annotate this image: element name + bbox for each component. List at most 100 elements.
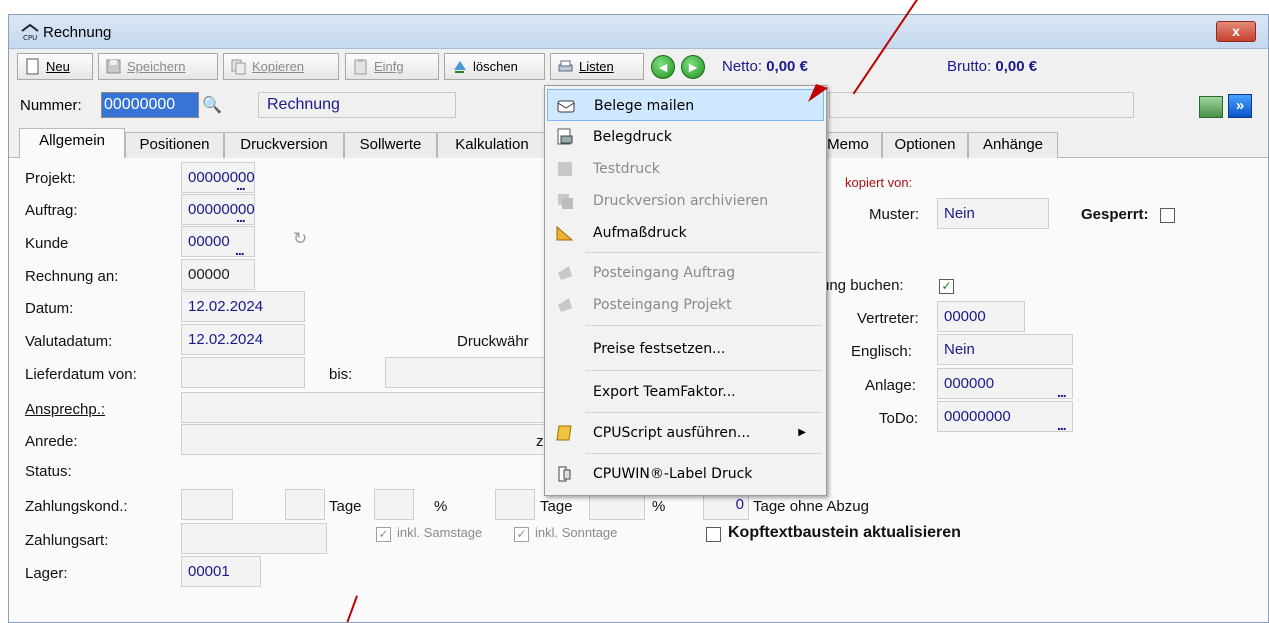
lists-label: Listen	[579, 59, 614, 74]
new-button[interactable]: Neu	[17, 53, 93, 80]
window-title: Rechnung	[43, 24, 112, 41]
menu-item-posteingang-auftrag[interactable]: Posteingang Auftrag	[547, 257, 824, 289]
rechnung-an-field[interactable]: 00000	[181, 259, 255, 290]
lists-button[interactable]: Listen	[550, 53, 644, 80]
muster-field[interactable]: Nein	[937, 198, 1049, 229]
datum-field[interactable]: 12.02.2024	[181, 291, 305, 322]
menu-item-posteingang-projekt[interactable]: Posteingang Projekt	[547, 289, 824, 321]
printer-icon	[558, 60, 573, 72]
script-icon	[556, 425, 572, 441]
projekt-lookup-button[interactable]: ...	[236, 177, 246, 193]
prev-record-button[interactable]: ◄	[651, 55, 675, 79]
menu-item-preise-festsetzen[interactable]: Preise festsetzen...	[547, 333, 824, 365]
netto-label: Netto:	[722, 58, 763, 75]
next-record-button[interactable]: ►	[681, 55, 705, 79]
netto-display: Netto: 0,00 €	[722, 58, 808, 75]
zahlungskond-field[interactable]	[181, 489, 233, 520]
lists-dropdown-menu: Belege mailen Belegdruck Testdruck Druck…	[544, 85, 827, 496]
ansprechpartner-field[interactable]	[181, 392, 545, 423]
englisch-field[interactable]: Nein	[937, 334, 1073, 365]
menu-item-cpuscript-ausfuehren[interactable]: CPUScript ausführen... ▶	[547, 417, 824, 449]
todo-label: ToDo:	[879, 410, 919, 427]
menu-item-label: Druckversion archivieren	[593, 193, 769, 209]
auftrag-lookup-button[interactable]: ...	[236, 209, 246, 225]
kopftext-label[interactable]: Kopftextbaustein aktualisieren	[728, 524, 961, 542]
valutadatum-field[interactable]: 12.02.2024	[181, 324, 305, 355]
test-print-icon	[558, 162, 572, 176]
kunde-lookup-button[interactable]: ...	[235, 242, 245, 258]
zahlungsart-field[interactable]	[181, 523, 327, 554]
menu-item-druckversion-archivieren[interactable]: Druckversion archivieren	[547, 185, 824, 217]
nummer-label: Nummer:	[20, 97, 82, 114]
tab-kalkulation[interactable]: Kalkulation	[437, 132, 547, 158]
menu-item-label: Testdruck	[593, 161, 660, 177]
projekt-label: Projekt:	[25, 170, 76, 187]
englisch-label: Englisch:	[851, 343, 912, 360]
tab-anhaenge[interactable]: Anhänge	[968, 132, 1058, 158]
svg-text:CPU: CPU	[23, 34, 37, 41]
toolbar: Neu Speichern Kopieren Einfg löschen Lis…	[9, 50, 1268, 84]
menu-item-testdruck[interactable]: Testdruck	[547, 153, 824, 185]
menu-item-label: Export TeamFaktor...	[593, 384, 736, 400]
tage2-field[interactable]	[495, 489, 535, 520]
save-disk-icon	[106, 59, 121, 74]
copy-button[interactable]: Kopieren	[223, 53, 339, 80]
forward-button[interactable]: »	[1228, 94, 1252, 118]
lieferdatum-bis-field[interactable]	[385, 357, 545, 388]
samstage-checkbox[interactable]: ✓	[376, 527, 391, 542]
todo-lookup-button[interactable]: ...	[1057, 417, 1067, 433]
todo-field[interactable]: 00000000	[937, 401, 1073, 432]
kopftext-checkbox[interactable]	[706, 527, 721, 542]
menu-separator	[585, 453, 822, 454]
gesperrt-checkbox[interactable]	[1160, 208, 1175, 223]
anlage-lookup-button[interactable]: ...	[1057, 384, 1067, 400]
anrede-field[interactable]	[181, 424, 545, 455]
search-binoculars-icon[interactable]: 🔍	[202, 95, 222, 115]
menu-item-label: Posteingang Auftrag	[593, 265, 736, 281]
tage2-label: Tage	[540, 498, 573, 515]
print-icon	[557, 128, 573, 145]
save-button[interactable]: Speichern	[98, 53, 218, 80]
ruler-icon	[556, 225, 574, 241]
menu-item-export-teamfaktor[interactable]: Export TeamFaktor...	[547, 376, 824, 408]
tage1-field[interactable]	[285, 489, 325, 520]
skonto1-field[interactable]	[374, 489, 414, 520]
vertreter-label: Vertreter:	[857, 310, 919, 327]
menu-item-aufmassdruck[interactable]: Aufmaßdruck	[547, 217, 824, 249]
lieferdatum-von-field[interactable]	[181, 357, 305, 388]
submenu-arrow-icon: ▶	[798, 427, 806, 438]
app-icon: CPU	[21, 23, 39, 41]
tab-positionen[interactable]: Positionen	[125, 132, 224, 158]
pct2-label: %	[652, 498, 666, 515]
menu-item-cpuwin-label-druck[interactable]: CPUWIN®-Label Druck	[547, 458, 824, 490]
delete-button[interactable]: löschen	[444, 53, 545, 80]
anlage-label: Anlage:	[865, 377, 916, 394]
mail-icon	[557, 100, 575, 113]
menu-separator	[585, 412, 822, 413]
vertreter-field[interactable]: 00000	[937, 301, 1025, 332]
tab-sollwerte[interactable]: Sollwerte	[344, 132, 437, 158]
menu-item-belege-mailen[interactable]: Belege mailen	[547, 89, 824, 121]
anlage-field[interactable]: 000000	[937, 368, 1073, 399]
menu-item-label: CPUScript ausführen...	[593, 425, 751, 441]
ansprechpartner-link[interactable]: Ansprechp.:	[25, 401, 105, 418]
lager-field[interactable]: 00001	[181, 556, 261, 587]
paste-button[interactable]: Einfg	[345, 53, 439, 80]
menu-item-belegdruck[interactable]: Belegdruck	[547, 121, 824, 153]
tage-ohne-abzug-label: Tage ohne Abzug	[753, 498, 869, 515]
tab-druckversion[interactable]: Druckversion	[224, 132, 344, 158]
document-type-field: Rechnung	[258, 92, 456, 118]
copy-label: Kopieren	[252, 59, 305, 74]
tage1-label: Tage	[329, 498, 362, 515]
tab-allgemein[interactable]: Allgemein	[19, 128, 125, 159]
sonntage-checkbox[interactable]: ✓	[514, 527, 529, 542]
nummer-input[interactable]: 00000000	[101, 92, 199, 118]
close-button[interactable]: x	[1216, 21, 1256, 42]
tab-optionen[interactable]: Optionen	[882, 132, 968, 158]
buchen-checkbox[interactable]: ✓	[939, 279, 954, 294]
valutadatum-label: Valutadatum:	[25, 333, 113, 350]
header-right-field	[829, 92, 1134, 118]
paste-icon	[354, 59, 367, 75]
refresh-icon[interactable]: ↻	[293, 229, 307, 249]
calculator-icon[interactable]	[1199, 96, 1223, 118]
